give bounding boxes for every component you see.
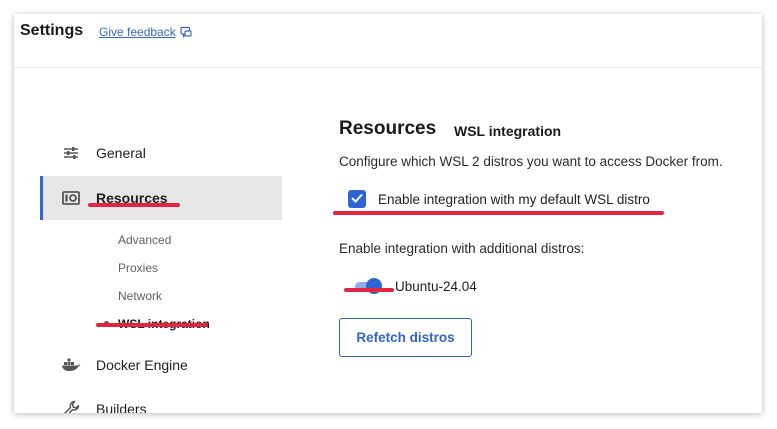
check-icon: [351, 190, 363, 208]
whale-icon: [60, 354, 82, 376]
default-distro-checkbox[interactable]: [348, 190, 366, 208]
annotation-underline-toggle: [344, 288, 394, 292]
give-feedback-link[interactable]: Give feedback: [99, 25, 192, 39]
sidebar-item-resources[interactable]: Resources: [40, 176, 282, 220]
header: Settings Give feedback: [14, 14, 762, 68]
sidebar-item-builders[interactable]: Builders: [40, 387, 282, 413]
annotation-underline-resources: [88, 203, 180, 207]
sidebar-item-label: Docker Engine: [96, 357, 188, 373]
section-heading: Resources: [339, 118, 437, 139]
distro-name: Ubuntu-24.04: [395, 278, 477, 294]
sidebar-subitem-network[interactable]: Network: [118, 289, 162, 303]
section-description: Configure which WSL 2 distros you want t…: [339, 154, 723, 169]
wrench-icon: [60, 398, 82, 413]
give-feedback-label: Give feedback: [99, 25, 176, 39]
default-distro-label: Enable integration with my default WSL d…: [378, 191, 650, 207]
sliders-icon: [60, 142, 82, 164]
additional-distros-label: Enable integration with additional distr…: [339, 241, 585, 256]
resources-icon: [60, 187, 82, 209]
refetch-distros-button[interactable]: Refetch distros: [339, 318, 472, 357]
sidebar-item-general[interactable]: General: [40, 131, 282, 175]
settings-window: Settings Give feedback General Resources…: [14, 14, 762, 413]
page-title: Settings: [20, 22, 84, 39]
annotation-underline-wsl-integration: [96, 323, 208, 327]
sidebar-subitem-proxies[interactable]: Proxies: [118, 261, 158, 275]
sidebar-subitem-advanced[interactable]: Advanced: [118, 233, 171, 247]
default-distro-row: Enable integration with my default WSL d…: [348, 190, 650, 208]
sidebar-item-label: General: [96, 145, 146, 161]
sidebar-item-docker-engine[interactable]: Docker Engine: [40, 343, 282, 387]
annotation-underline-default-distro: [333, 211, 664, 215]
sidebar-item-label: Builders: [96, 401, 147, 413]
feedback-icon: [180, 26, 192, 38]
section-subheading: WSL integration: [454, 123, 562, 139]
